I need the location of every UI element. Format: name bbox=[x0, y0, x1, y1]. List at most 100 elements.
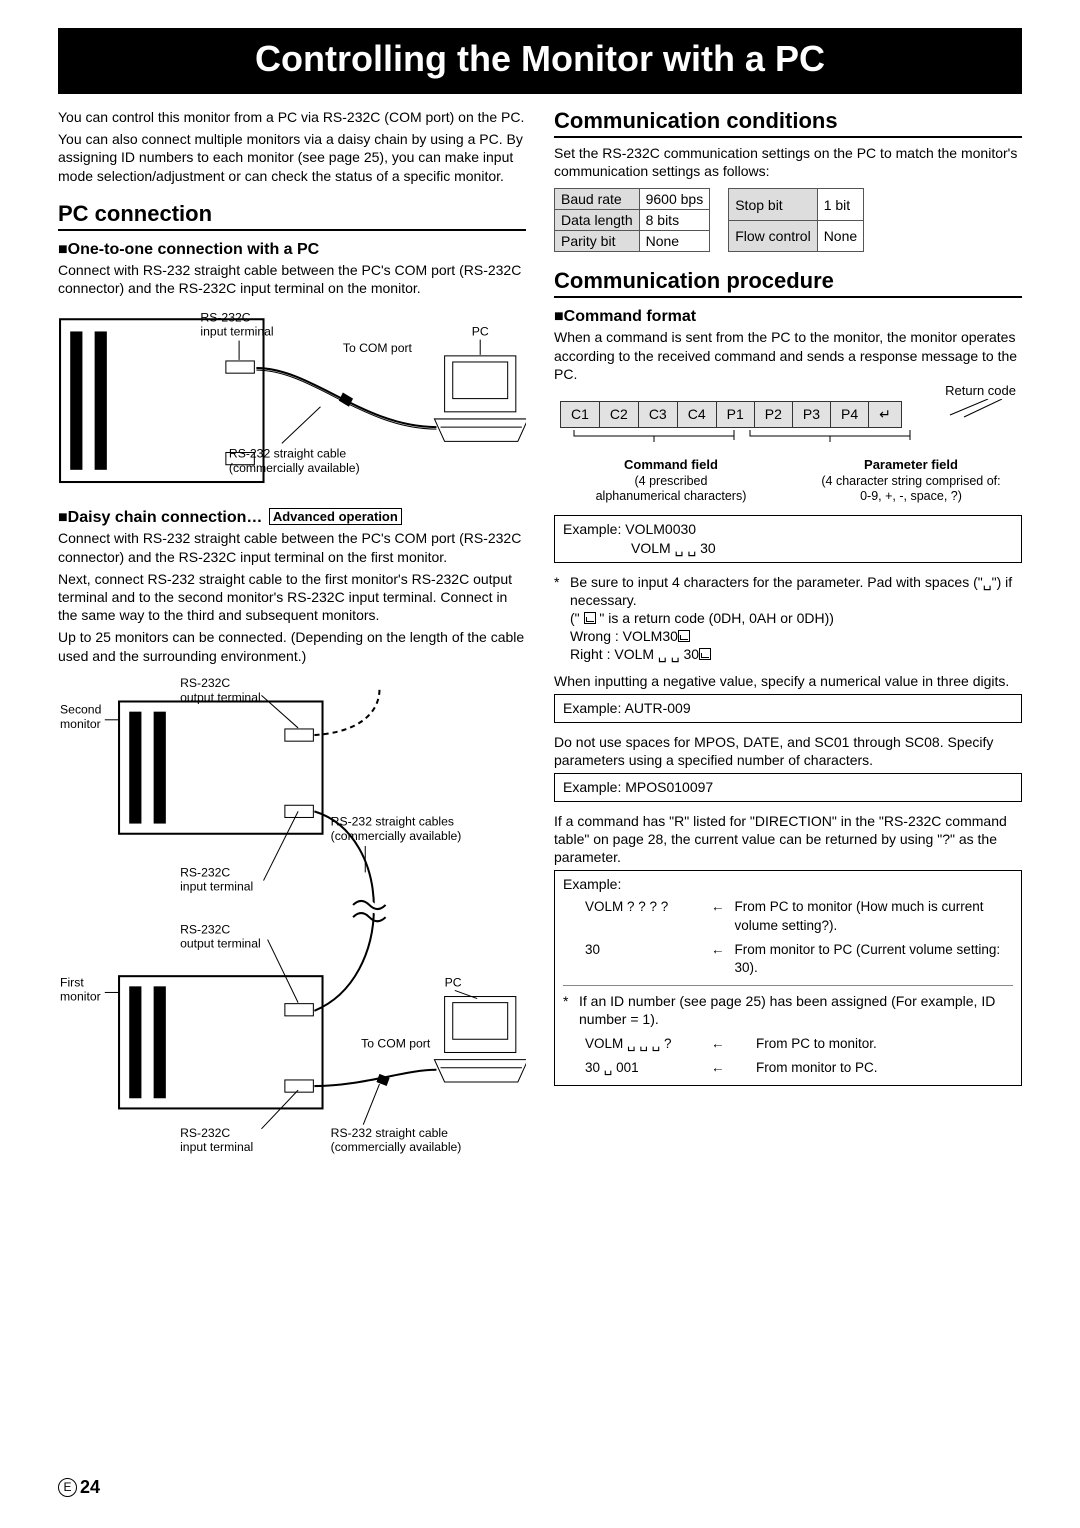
cell: Data length bbox=[555, 210, 640, 231]
note-text-a: Be sure to input 4 characters for the pa… bbox=[570, 574, 1012, 608]
right-column: Communication conditions Set the RS-232C… bbox=[554, 108, 1022, 1171]
cell: 8 bits bbox=[639, 210, 710, 231]
command-format-heading: ■Command format bbox=[554, 308, 1022, 326]
cmd-cell: C4 bbox=[677, 401, 716, 427]
svg-text:(commercially available): (commercially available) bbox=[229, 461, 360, 475]
arrow-left-icon: ← bbox=[707, 1033, 750, 1055]
comm-conditions-heading: Communication conditions bbox=[554, 108, 1022, 138]
dir-cmd: 30 ␣ 001 bbox=[565, 1057, 705, 1079]
page-title: Controlling the Monitor with a PC bbox=[58, 38, 1022, 80]
example-box-mpos: Example: MPOS010097 bbox=[554, 773, 1022, 802]
negative-value-body: When inputting a negative value, specify… bbox=[554, 672, 1022, 690]
dir-desc: From PC to monitor. bbox=[752, 1033, 1011, 1055]
bullet-marker-icon: ■ bbox=[554, 308, 564, 325]
example-box-autr: Example: AUTR-009 bbox=[554, 694, 1022, 723]
note-text-b: (" bbox=[570, 610, 584, 626]
cmd-cell: P2 bbox=[754, 401, 792, 427]
asterisk-icon: * bbox=[554, 573, 564, 664]
example-header: Example: bbox=[563, 875, 1013, 894]
two-column-layout: You can control this monitor from a PC v… bbox=[58, 108, 1022, 1171]
example-line-1: Example: VOLM0030 bbox=[563, 521, 696, 537]
svg-text:To COM port: To COM port bbox=[361, 1036, 431, 1050]
brackets-icon bbox=[560, 428, 1028, 446]
sub-note-text: If an ID number (see page 25) has been a… bbox=[579, 992, 1013, 1028]
direction-table: VOLM ? ? ? ? ← From PC to monitor (How m… bbox=[563, 894, 1013, 981]
svg-text:PC: PC bbox=[472, 325, 489, 339]
svg-text:input terminal: input terminal bbox=[180, 879, 253, 893]
one-to-one-figure: RS-232C input terminal PC To COM port RS… bbox=[58, 305, 526, 498]
cmd-cell: P1 bbox=[716, 401, 754, 427]
page-number-value: 24 bbox=[80, 1477, 100, 1497]
svg-text:(commercially available): (commercially available) bbox=[331, 829, 462, 843]
asterisk-icon: * bbox=[563, 992, 573, 1028]
cmd-cell: C1 bbox=[561, 401, 600, 427]
comm-table-2: Stop bit1 bit Flow controlNone bbox=[728, 188, 864, 252]
dir-cmd: VOLM ␣ ␣ ␣ ? bbox=[565, 1033, 705, 1055]
command-structure-diagram: Return code C1 C2 C3 C4 P1 P2 P3 P4 bbox=[554, 401, 1022, 449]
cmd-cell: P4 bbox=[831, 401, 869, 427]
daisy-chain-heading: ■Daisy chain connection… Advanced operat… bbox=[58, 508, 526, 527]
daisy-body-1: Connect with RS-232 straight cable betwe… bbox=[58, 529, 526, 565]
one-to-one-svg: RS-232C input terminal PC To COM port RS… bbox=[58, 305, 526, 498]
arrow-left-icon: ← bbox=[707, 1057, 750, 1079]
svg-text:RS-232C: RS-232C bbox=[200, 310, 250, 324]
parameter-field-body: (4 character string comprised of: 0-9, +… bbox=[821, 474, 1000, 504]
svg-text:RS-232C: RS-232C bbox=[180, 922, 230, 936]
svg-text:RS-232C: RS-232C bbox=[180, 1126, 230, 1140]
cell: 1 bit bbox=[817, 189, 863, 221]
daisy-chain-heading-text: Daisy chain connection… bbox=[68, 509, 263, 526]
note-text-c: " is a return code (0DH, 0AH or 0DH)) bbox=[596, 610, 834, 626]
command-cells-row: C1 C2 C3 C4 P1 P2 P3 P4 ↵ bbox=[560, 401, 902, 428]
return-code-icon bbox=[678, 630, 690, 642]
arrow-left-icon: ← bbox=[707, 896, 729, 936]
svg-text:RS-232 straight cables: RS-232 straight cables bbox=[331, 814, 454, 828]
bullet-marker-icon: ■ bbox=[58, 509, 68, 526]
command-field-legend: Command field (4 prescribed alphanumeric… bbox=[560, 457, 782, 505]
dir-cmd: 30 bbox=[565, 939, 705, 979]
comm-table-1: Baud rate9600 bps Data length8 bits Pari… bbox=[554, 188, 710, 252]
padding-note-body: Be sure to input 4 characters for the pa… bbox=[570, 573, 1022, 664]
direction-table-sub: VOLM ␣ ␣ ␣ ? ← From PC to monitor. 30 ␣ … bbox=[563, 1031, 1013, 1081]
return-code-icon bbox=[699, 648, 711, 660]
svg-text:output terminal: output terminal bbox=[180, 936, 261, 950]
svg-text:RS-232 straight cable: RS-232 straight cable bbox=[331, 1126, 448, 1140]
svg-text:monitor: monitor bbox=[60, 989, 101, 1003]
svg-text:Second: Second bbox=[60, 702, 101, 716]
svg-text:input terminal: input terminal bbox=[180, 1140, 253, 1154]
dir-desc: From monitor to PC (Current volume setti… bbox=[731, 939, 1012, 979]
daisy-body-2: Next, connect RS-232 straight cable to t… bbox=[58, 570, 526, 625]
command-field-body: (4 prescribed alphanumerical characters) bbox=[596, 474, 747, 504]
svg-text:RS-232C: RS-232C bbox=[180, 676, 230, 690]
one-to-one-heading-text: One-to-one connection with a PC bbox=[68, 241, 320, 258]
svg-text:RS-232 straight cable: RS-232 straight cable bbox=[229, 447, 346, 461]
mpos-body: Do not use spaces for MPOS, DATE, and SC… bbox=[554, 733, 1022, 769]
daisy-body-3: Up to 25 monitors can be connected. (Dep… bbox=[58, 628, 526, 664]
svg-text:(commercially available): (commercially available) bbox=[331, 1140, 462, 1154]
comm-procedure-heading: Communication procedure bbox=[554, 268, 1022, 298]
cell: None bbox=[817, 220, 863, 252]
cmd-cell: C2 bbox=[599, 401, 638, 427]
svg-text:To COM port: To COM port bbox=[343, 341, 413, 355]
command-format-body: When a command is sent from the PC to th… bbox=[554, 328, 1022, 383]
command-format-heading-text: Command format bbox=[564, 308, 696, 325]
dir-cmd: VOLM ? ? ? ? bbox=[565, 896, 705, 936]
svg-text:First: First bbox=[60, 975, 84, 989]
daisy-chain-svg: Second monitor RS-232C output terminal R… bbox=[58, 673, 526, 1161]
one-to-one-body: Connect with RS-232 straight cable betwe… bbox=[58, 261, 526, 297]
cmd-cell: C3 bbox=[638, 401, 677, 427]
cell: Flow control bbox=[729, 220, 817, 252]
parameter-field-legend: Parameter field (4 character string comp… bbox=[800, 457, 1022, 505]
bullet-marker-icon: ■ bbox=[58, 241, 68, 258]
cell: 9600 bps bbox=[639, 189, 710, 210]
page-number: E24 bbox=[58, 1477, 100, 1498]
svg-text:PC: PC bbox=[445, 975, 462, 989]
command-field-title: Command field bbox=[624, 457, 718, 472]
left-column: You can control this monitor from a PC v… bbox=[58, 108, 526, 1171]
svg-text:output terminal: output terminal bbox=[180, 690, 261, 704]
dir-desc: From monitor to PC. bbox=[752, 1057, 1011, 1079]
svg-text:input terminal: input terminal bbox=[200, 325, 273, 339]
r-direction-body: If a command has "R" listed for "DIRECTI… bbox=[554, 812, 1022, 867]
example-line-2: VOLM ␣ ␣ 30 bbox=[631, 540, 716, 556]
padding-note: * Be sure to input 4 characters for the … bbox=[554, 573, 1022, 664]
daisy-chain-figure: Second monitor RS-232C output terminal R… bbox=[58, 673, 526, 1161]
